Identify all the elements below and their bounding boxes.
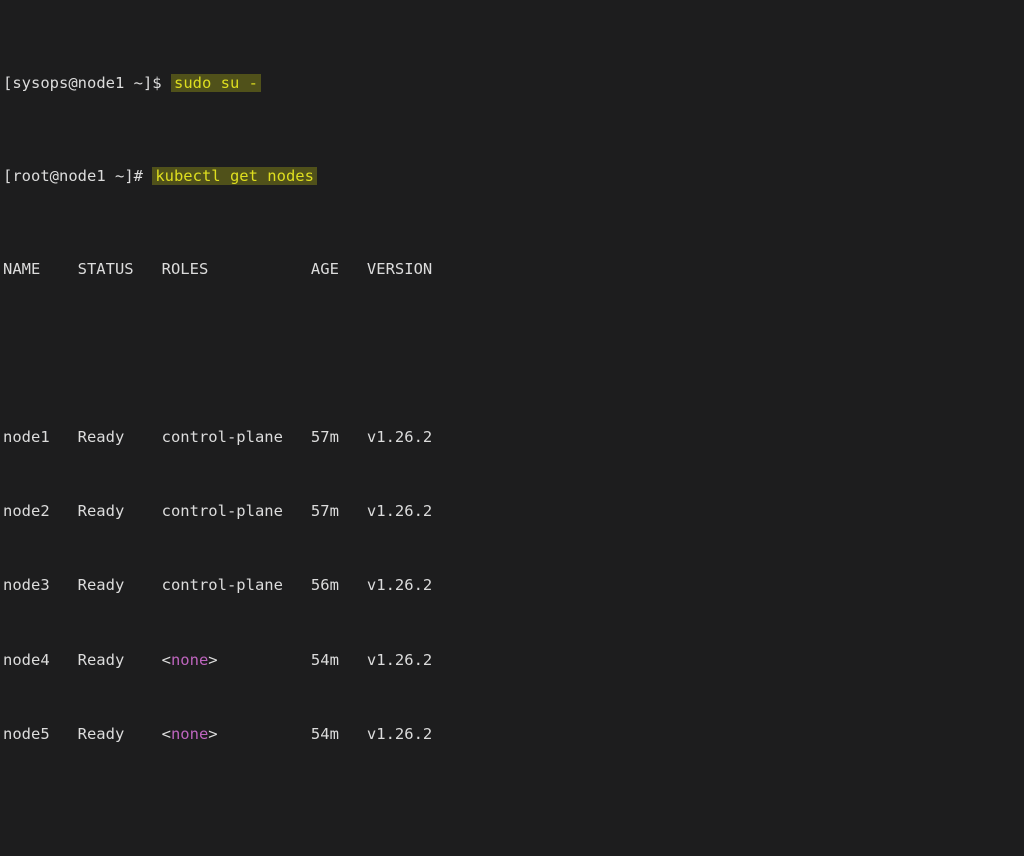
node-name-cell: node3 — [3, 576, 78, 595]
node-name-cell: node1 — [3, 428, 78, 447]
nodes-table-header: NAMESTATUSROLESAGEVERSION — [3, 260, 1024, 279]
nodes-table-body: node1Readycontrol-plane57mv1.26.2 node2R… — [3, 353, 1024, 781]
node-row: node4Ready<none>54mv1.26.2 — [3, 651, 1024, 670]
shell-prompt: [sysops@node1 ~]$ — [3, 74, 171, 92]
nodes-header-roles: ROLES — [162, 260, 311, 279]
node-row: node5Ready<none>54mv1.26.2 — [3, 725, 1024, 744]
nodes-header-age: AGE — [311, 260, 367, 279]
node-status-cell: Ready — [78, 725, 162, 744]
shell-prompt: [root@node1 ~]# — [3, 167, 152, 185]
node-version-cell: v1.26.2 — [367, 576, 432, 595]
node-version-cell: v1.26.2 — [367, 651, 432, 670]
node-roles-cell: control-plane — [162, 428, 311, 447]
node-age-cell: 54m — [311, 651, 367, 670]
node-roles-cell: control-plane — [162, 502, 311, 521]
node-roles-cell: <none> — [162, 651, 311, 670]
command-line-sudo: [sysops@node1 ~]$ sudo su - — [3, 74, 1024, 93]
node-version-cell: v1.26.2 — [367, 725, 432, 744]
node-status-cell: Ready — [78, 428, 162, 447]
terminal-screen[interactable]: [sysops@node1 ~]$ sudo su - [root@node1 … — [0, 0, 1024, 856]
node-age-cell: 57m — [311, 502, 367, 521]
node-name-cell: node4 — [3, 651, 78, 670]
node-row: node1Readycontrol-plane57mv1.26.2 — [3, 428, 1024, 447]
node-status-cell: Ready — [78, 576, 162, 595]
command-text-get-nodes: kubectl get nodes — [152, 167, 317, 185]
node-age-cell: 56m — [311, 576, 367, 595]
node-row: node3Readycontrol-plane56mv1.26.2 — [3, 576, 1024, 595]
node-age-cell: 54m — [311, 725, 367, 744]
node-age-cell: 57m — [311, 428, 367, 447]
node-roles-cell: <none> — [162, 725, 311, 744]
node-name-cell: node5 — [3, 725, 78, 744]
node-name-cell: node2 — [3, 502, 78, 521]
node-status-cell: Ready — [78, 651, 162, 670]
command-text-sudo: sudo su - — [171, 74, 261, 92]
nodes-header-name: NAME — [3, 260, 78, 279]
node-roles-cell: control-plane — [162, 576, 311, 595]
nodes-header-version: VERSION — [367, 260, 432, 279]
command-line-get-nodes: [root@node1 ~]# kubectl get nodes — [3, 167, 1024, 186]
node-status-cell: Ready — [78, 502, 162, 521]
node-version-cell: v1.26.2 — [367, 502, 432, 521]
node-version-cell: v1.26.2 — [367, 428, 432, 447]
nodes-header-status: STATUS — [78, 260, 162, 279]
node-row: node2Readycontrol-plane57mv1.26.2 — [3, 502, 1024, 521]
